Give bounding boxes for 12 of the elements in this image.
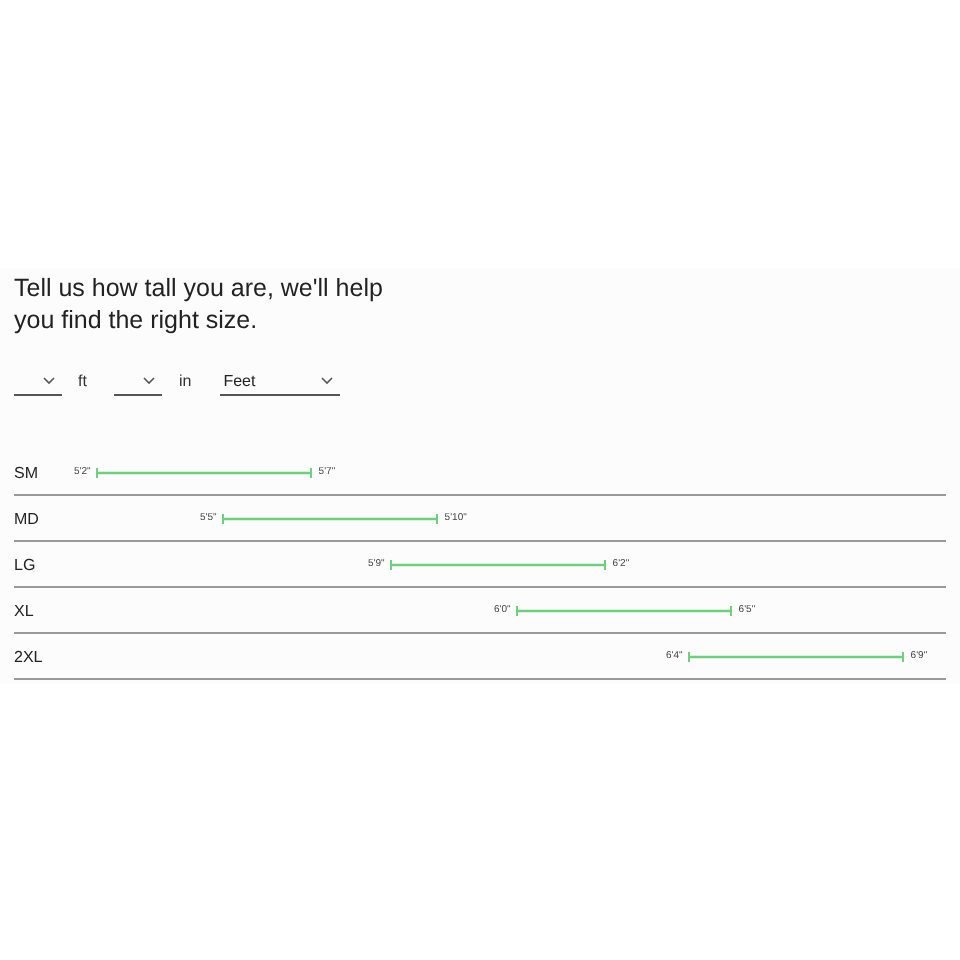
chevron-icon: [319, 375, 334, 385]
unit-label: in: [178, 372, 192, 390]
chevron-icon: [42, 375, 56, 385]
chevron-icon: [142, 375, 157, 385]
size-label: SM: [14, 463, 40, 481]
size-label: 2XL: [14, 647, 45, 665]
size-label: LG: [14, 555, 38, 573]
heading: Tell us how tall you are, we'll help you find the right size.: [14, 272, 385, 336]
size-label: MD: [14, 509, 41, 527]
height-select[interactable]: Feet: [219, 366, 340, 396]
unit-label: ft: [78, 372, 87, 390]
size-label: XL: [14, 601, 36, 619]
